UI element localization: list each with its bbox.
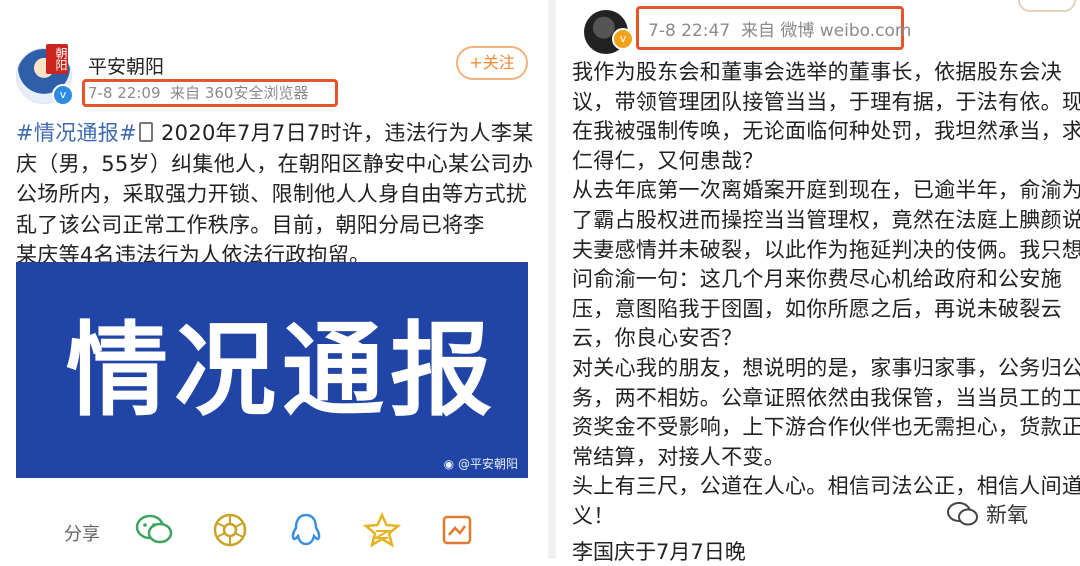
weibo-logo-icon: ◉: [443, 457, 455, 471]
share-bar: 分享: [0, 498, 548, 559]
post-source: 来自 微博 weibo.com: [740, 21, 912, 41]
verified-badge-icon: v: [612, 28, 634, 50]
post-body: 我作为股东会和董事会选举的董事长，依据股东会决 议，带领管理团队接管当当，于理有据…: [572, 58, 1080, 532]
post-timestamp: 7-8 22:47: [648, 21, 731, 41]
username[interactable]: 平安朝阳: [88, 52, 164, 79]
document-icon: [139, 122, 153, 142]
share-label: 分享: [64, 524, 100, 545]
avatar-seal: 朝阳: [46, 44, 68, 74]
image-watermark: ◉ @平安朝阳: [443, 457, 518, 471]
post-line: 公场所内，采取强力开锁、限制他人人身自由等方式扰: [16, 182, 528, 206]
post-line: 仁得仁，又何患哉？: [572, 148, 764, 173]
post-line: #情况通报# 2020年7月7日7时许，违法行为人李某: [16, 121, 534, 145]
post-line: 问俞渝一句：这几个月来你费尽心机给政府和公安施: [572, 267, 1062, 292]
qzone-icon[interactable]: [362, 512, 402, 548]
hashtag-link[interactable]: #情况通报#: [16, 121, 137, 145]
post-source: 来自 360安全浏览器: [170, 84, 309, 102]
screenshot-icon[interactable]: [438, 512, 478, 548]
post-line: 在我被强制传唤，无论面临何种处罚，我坦然承当，求: [572, 119, 1080, 144]
post-meta: 7-8 22:09 来自 360安全浏览器: [88, 82, 308, 103]
post-line: 压，意图陷我于囹圄，如你所愿之后，再说未破裂云: [572, 296, 1062, 321]
verified-badge-icon: v: [52, 84, 74, 106]
post-line: 务，两不相妨。公章证照依然由我保管，当当员工的工: [572, 385, 1080, 410]
post-line: 庆（男，55岁）纠集他人，在朝阳区静安中心某公司办: [16, 151, 534, 176]
panel-divider: [548, 0, 556, 559]
post-signature: 李国庆于7月7日晚: [572, 540, 746, 564]
post-timestamp: 7-8 22:09: [88, 84, 161, 102]
qq-icon[interactable]: [286, 512, 326, 548]
wechat-icon[interactable]: [134, 512, 174, 548]
follow-button[interactable]: +关注: [456, 46, 528, 80]
post-line: 从去年底第一次离婚案开庭到现在，已逾半年，俞渝为: [572, 178, 1080, 203]
post-line: 资奖金不受影响，上下游合作伙伴也无需担心，货款正: [572, 415, 1080, 440]
wechat-icon: [947, 502, 978, 526]
post-body: #情况通报# 2020年7月7日7时许，违法行为人李某 庆（男，55岁）纠集他人，…: [16, 118, 536, 271]
post-line: 常结算，对接人不变。: [572, 444, 785, 469]
post-line: 了霸占股权进而操控当当管理权，竟然在法庭上腆颜说: [572, 207, 1080, 232]
post-line: 我作为股东会和董事会选举的董事长，依据股东会决: [572, 60, 1062, 84]
image-title: 情况通报: [66, 312, 498, 431]
post-meta: 7-8 22:47 来自 微博 weibo.com: [648, 16, 911, 41]
post-line: 夫妻感情并未破裂，以此作为拖延判决的伎俩。我只想: [572, 237, 1080, 262]
post-line: 云，你良心安否？: [572, 326, 743, 351]
post-image[interactable]: 情况通报 ◉ @平安朝阳: [16, 262, 528, 478]
moments-icon[interactable]: [210, 512, 250, 548]
post-line: 对关心我的朋友，想说明的是，家事归家事，公务归公: [572, 355, 1080, 380]
post-line: 议，带领管理团队接管当当，于理有据，于法有依。现: [572, 89, 1080, 114]
brand-watermark: 新氧: [946, 498, 1028, 530]
post-line: 乱了该公司正常工作秩序。目前，朝阳分局已将李: [16, 212, 485, 237]
brand-watermark-text: 新氧: [986, 503, 1028, 527]
